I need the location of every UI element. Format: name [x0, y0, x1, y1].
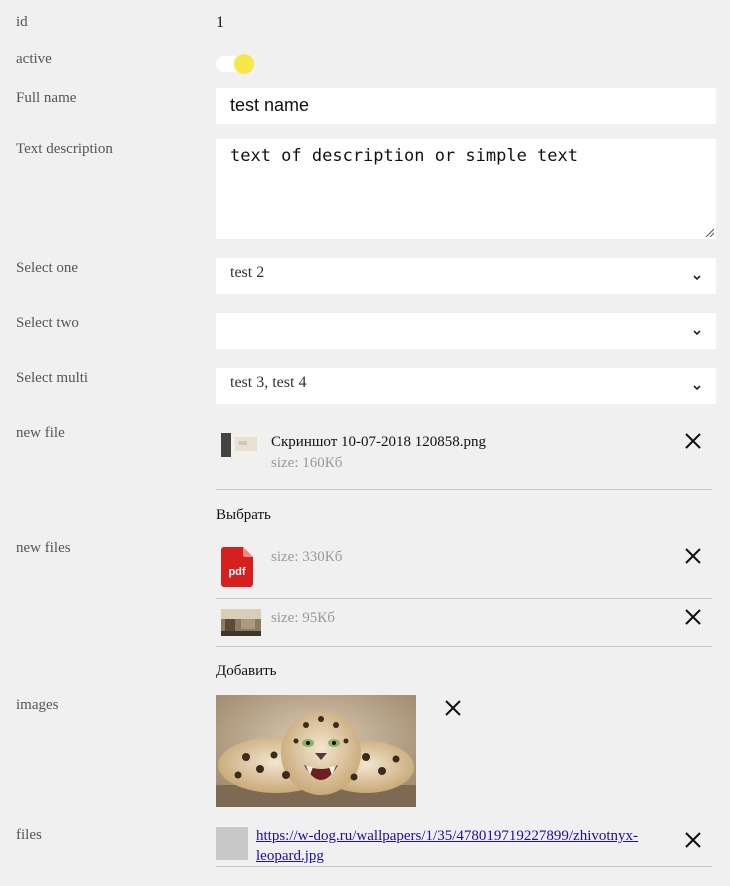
id-label: id [16, 14, 28, 30]
screenshot-thumbnail [221, 433, 261, 457]
select-one-label: Select one [16, 260, 79, 276]
remove-image-button[interactable] [443, 698, 463, 718]
remove-file-button[interactable] [683, 607, 703, 627]
files-label: files [16, 827, 42, 843]
pdf-icon-label: pdf [228, 566, 246, 578]
select-multi-label: Select multi [16, 370, 89, 386]
image-thumbnail [221, 609, 261, 636]
choose-file-button[interactable]: Выбрать [216, 507, 271, 524]
new-file-label: new file [16, 425, 65, 441]
file-link-line1: https://w-dog.ru/wallpapers/1/35/4780197… [256, 828, 639, 844]
select-multi-value: test 3, test 4 [230, 374, 307, 391]
full-name-label: Full name [16, 90, 77, 106]
divider [216, 489, 712, 490]
pdf-icon: pdf [221, 547, 253, 587]
close-icon [445, 700, 461, 716]
file-link[interactable]: https://w-dog.ru/wallpapers/1/35/4780197… [256, 828, 638, 864]
file-link-container: https://w-dog.ru/wallpapers/1/35/4780197… [256, 826, 671, 866]
chevron-down-icon [693, 330, 701, 336]
new-files-item-size: size: 330Кб [271, 549, 343, 565]
active-label: active [16, 51, 52, 67]
select-one-dropdown[interactable]: test 2 [216, 258, 716, 294]
select-two-label: Select two [16, 315, 79, 331]
images-label: images [16, 697, 59, 713]
select-multi-dropdown[interactable]: test 3, test 4 [216, 368, 716, 404]
chevron-down-icon [693, 275, 701, 281]
divider [216, 598, 712, 599]
close-icon [685, 609, 701, 625]
text-description-label: Text description [16, 141, 113, 157]
new-file-name: Скриншот 10-07-2018 120858.png [271, 434, 486, 450]
active-toggle[interactable] [216, 54, 254, 74]
leopard-image [216, 695, 416, 807]
remove-file-button[interactable] [683, 546, 703, 566]
new-file-size: size: 160Кб [271, 455, 343, 471]
close-icon [685, 433, 701, 449]
add-files-button[interactable]: Добавить [216, 663, 277, 680]
remove-file-link-button[interactable] [683, 830, 703, 850]
close-icon [685, 832, 701, 848]
chevron-down-icon [693, 385, 701, 391]
select-two-dropdown[interactable] [216, 313, 716, 349]
file-placeholder-icon [216, 827, 248, 860]
id-value: 1 [216, 14, 224, 31]
new-files-label: new files [16, 540, 71, 556]
text-description-value: text of description or simple text [230, 146, 578, 166]
remove-new-file-button[interactable] [683, 431, 703, 451]
divider [216, 646, 712, 647]
resize-handle-icon[interactable] [705, 228, 714, 237]
select-one-value: test 2 [230, 264, 265, 281]
text-description-textarea[interactable]: text of description or simple text [216, 139, 716, 239]
file-link-line2: leopard.jpg [256, 848, 324, 864]
full-name-input[interactable]: test name [216, 88, 716, 124]
close-icon [685, 548, 701, 564]
new-files-item-size: size: 95Кб [271, 610, 335, 626]
toggle-knob [234, 54, 254, 74]
divider [216, 866, 712, 867]
